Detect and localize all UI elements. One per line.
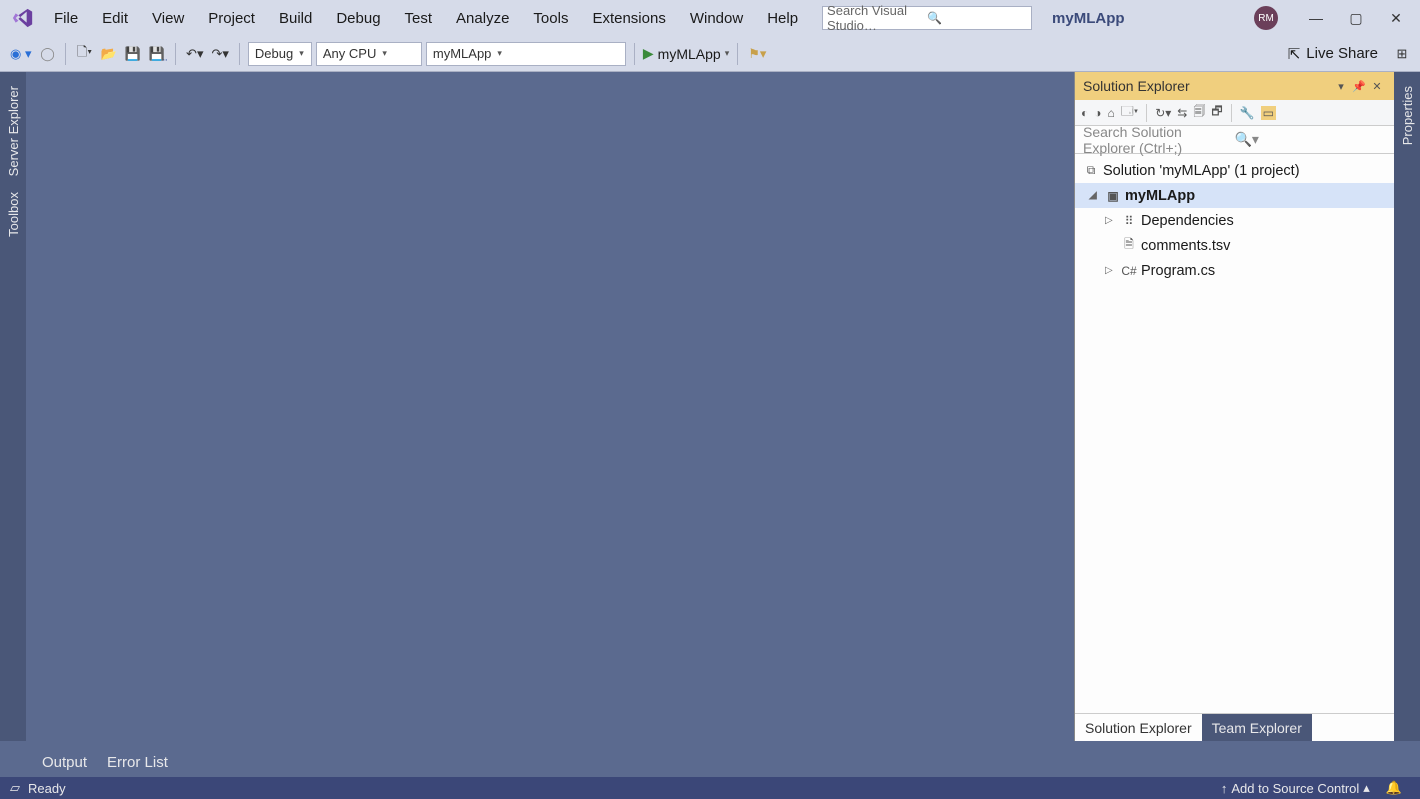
share-icon: ⇱ — [1288, 45, 1301, 63]
run-target-label: myMLApp — [658, 46, 721, 62]
configuration-combo[interactable]: Debug▾ — [248, 42, 312, 66]
bottom-tabs: Output Error List — [0, 741, 1420, 777]
se-preview-icon[interactable]: ▭ — [1261, 106, 1276, 120]
undo-button[interactable]: ↶▾ — [184, 42, 205, 66]
menu-help[interactable]: Help — [755, 0, 810, 36]
solution-icon: ⧉ — [1083, 163, 1099, 178]
start-debug-button[interactable]: ▶ myMLApp ▾ — [643, 45, 729, 62]
se-sync-icon[interactable]: 🗔▾ — [1121, 102, 1138, 123]
search-placeholder: Search Visual Studio… — [827, 3, 927, 33]
project-node[interactable]: ◢ ▣ myMLApp — [1075, 183, 1394, 208]
search-icon: 🔍 — [927, 11, 1027, 25]
step-button[interactable]: ⚑▾ — [746, 42, 768, 66]
bell-icon: 🔔 — [1386, 780, 1402, 796]
solution-explorer-title: Solution Explorer ▾ 📌 ✕ — [1075, 72, 1394, 100]
startup-project-combo[interactable]: myMLApp▾ — [426, 42, 626, 66]
nav-back-button[interactable]: ◉ ▾ — [8, 42, 33, 66]
title-bar: File Edit View Project Build Debug Test … — [0, 0, 1420, 36]
app-title: myMLApp — [1052, 10, 1125, 27]
tree-item-dependencies[interactable]: ▷ ⠿ Dependencies — [1075, 208, 1394, 233]
editor-area — [26, 72, 1074, 741]
minimize-button[interactable]: — — [1296, 3, 1336, 33]
menu-tools[interactable]: Tools — [521, 0, 580, 36]
menu-test[interactable]: Test — [393, 0, 445, 36]
close-button[interactable]: ✕ — [1376, 3, 1416, 33]
tab-output[interactable]: Output — [38, 748, 91, 777]
tab-team-explorer[interactable]: Team Explorer — [1202, 714, 1312, 741]
global-search-input[interactable]: Search Visual Studio… 🔍 — [822, 6, 1032, 30]
csproj-icon: ▣ — [1105, 189, 1121, 203]
se-collapse-icon[interactable]: ⇆ — [1177, 106, 1187, 120]
se-copy-icon[interactable]: 🗗 — [1211, 102, 1222, 123]
upload-icon: ↑ — [1221, 781, 1228, 796]
chevron-up-icon: ▴ — [1363, 780, 1370, 796]
platform-combo[interactable]: Any CPU▾ — [316, 42, 422, 66]
se-forward-icon[interactable]: ◑ — [1094, 106, 1101, 120]
maximize-button[interactable]: ▢ — [1336, 3, 1376, 33]
expand-icon[interactable]: ▷ — [1105, 215, 1117, 226]
se-refresh-icon[interactable]: ↻▾ — [1155, 106, 1171, 120]
redo-button[interactable]: ↷▾ — [209, 42, 230, 66]
save-all-button[interactable]: 💾̤ — [147, 42, 167, 66]
search-icon: 🔍▾ — [1235, 131, 1387, 148]
se-showall-icon[interactable]: 🗐 — [1193, 102, 1205, 123]
csharp-file-icon: C# — [1121, 264, 1137, 278]
toolbar: ◉ ▾ ◯ 🗋▾ 📂 💾 💾̤ ↶▾ ↷▾ Debug▾ Any CPU▾ my… — [0, 36, 1420, 72]
dependencies-icon: ⠿ — [1121, 214, 1137, 228]
right-rail: Properties — [1394, 72, 1420, 741]
left-rail: Server Explorer Toolbox — [0, 72, 26, 741]
window-position-icon[interactable]: ▾ — [1332, 80, 1350, 93]
vs-logo-icon — [10, 5, 36, 31]
expand-icon[interactable]: ▷ — [1105, 265, 1117, 276]
solution-explorer-toolbar: ◐ ◑ ⌂ 🗔▾ ↻▾ ⇆ 🗐 🗗 🔧 ▭ — [1075, 100, 1394, 126]
menu-debug[interactable]: Debug — [324, 0, 392, 36]
close-panel-icon[interactable]: ✕ — [1368, 80, 1386, 93]
menu-project[interactable]: Project — [196, 0, 267, 36]
menu-edit[interactable]: Edit — [90, 0, 140, 36]
file-icon: 🗎 — [1121, 235, 1137, 256]
save-button[interactable]: 💾 — [123, 42, 143, 66]
play-icon: ▶ — [643, 45, 654, 62]
solution-explorer-panel: Solution Explorer ▾ 📌 ✕ ◐ ◑ ⌂ 🗔▾ ↻▾ ⇆ 🗐 … — [1074, 72, 1394, 741]
status-bar: ▱ Ready ↑ Add to Source Control ▴ 🔔 — [0, 777, 1420, 799]
menu-window[interactable]: Window — [678, 0, 755, 36]
menu-extensions[interactable]: Extensions — [580, 0, 677, 36]
source-control-button[interactable]: ↑ Add to Source Control ▴ — [1221, 780, 1370, 796]
menu-build[interactable]: Build — [267, 0, 324, 36]
properties-tab[interactable]: Properties — [1398, 78, 1417, 153]
status-rect-icon: ▱ — [10, 780, 20, 796]
menu-file[interactable]: File — [42, 0, 90, 36]
panel-tabs: Solution Explorer Team Explorer — [1075, 713, 1394, 741]
menu-analyze[interactable]: Analyze — [444, 0, 521, 36]
tab-error-list[interactable]: Error List — [103, 748, 172, 777]
nav-forward-button[interactable]: ◯ — [37, 42, 57, 66]
pin-icon[interactable]: 📌 — [1350, 80, 1368, 93]
status-ready: Ready — [28, 781, 66, 796]
user-avatar[interactable]: RM — [1254, 6, 1278, 30]
solution-tree: ⧉ Solution 'myMLApp' (1 project) ◢ ▣ myM… — [1075, 154, 1394, 713]
menu-bar: File Edit View Project Build Debug Test … — [42, 0, 810, 36]
open-button[interactable]: 📂 — [98, 42, 118, 66]
solution-explorer-search-input[interactable]: Search Solution Explorer (Ctrl+;) 🔍▾ — [1075, 126, 1394, 154]
menu-view[interactable]: View — [140, 0, 196, 36]
new-item-button[interactable]: 🗋▾ — [74, 42, 94, 66]
live-share-button[interactable]: ⇱ Live Share — [1288, 45, 1378, 63]
expand-icon[interactable]: ◢ — [1089, 190, 1101, 201]
se-home-icon[interactable]: ⌂ — [1108, 106, 1115, 120]
se-properties-icon[interactable]: 🔧 — [1240, 106, 1255, 120]
solution-node[interactable]: ⧉ Solution 'myMLApp' (1 project) — [1075, 158, 1394, 183]
main-area: Server Explorer Toolbox Solution Explore… — [0, 72, 1420, 741]
tree-item-comments-tsv[interactable]: 🗎 comments.tsv — [1075, 233, 1394, 258]
feedback-button[interactable]: ⊞ — [1392, 42, 1412, 66]
tab-solution-explorer[interactable]: Solution Explorer — [1075, 714, 1202, 741]
tree-item-program-cs[interactable]: ▷ C# Program.cs — [1075, 258, 1394, 283]
toolbox-tab[interactable]: Toolbox — [4, 184, 23, 245]
notifications-button[interactable]: 🔔 — [1386, 780, 1402, 796]
se-back-icon[interactable]: ◐ — [1081, 106, 1088, 120]
server-explorer-tab[interactable]: Server Explorer — [4, 78, 23, 184]
